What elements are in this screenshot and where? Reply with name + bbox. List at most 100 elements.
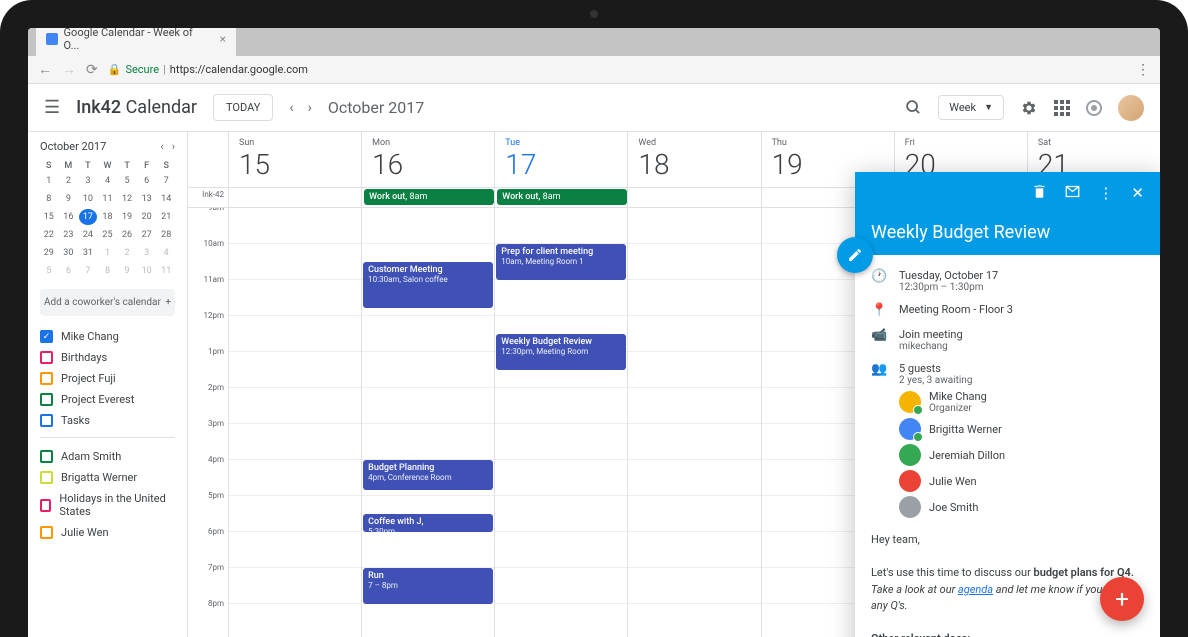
minical-day[interactable]: 30 (60, 245, 78, 261)
calendar-item[interactable]: ✓Mike Chang (40, 326, 175, 347)
calendar-item[interactable]: Julie Wen (40, 522, 175, 543)
notifications-icon[interactable] (1086, 100, 1102, 116)
calendar-item[interactable]: Project Everest (40, 389, 175, 410)
minical-day[interactable]: 10 (138, 263, 156, 279)
forward-button[interactable]: → (62, 61, 76, 78)
delete-icon[interactable] (1032, 184, 1047, 202)
browser-menu-icon[interactable]: ⋮ (1136, 62, 1150, 78)
minical-day[interactable]: 20 (138, 209, 156, 225)
browser-tab[interactable]: Google Calendar - Week of O... × (36, 22, 236, 56)
minical-day[interactable]: 23 (60, 227, 78, 243)
view-selector[interactable]: Week ▼ (938, 95, 1004, 120)
join-meeting-link[interactable]: Join meeting (899, 328, 1144, 341)
minical-day[interactable]: 1 (99, 245, 117, 261)
reload-button[interactable]: ⟳ (86, 62, 98, 78)
search-icon[interactable] (905, 99, 922, 116)
minical-day[interactable]: 9 (118, 263, 136, 279)
minical-day[interactable]: 8 (40, 191, 58, 207)
minical-day[interactable]: 26 (118, 227, 136, 243)
calendar-event[interactable]: Run7 – 8pm (363, 568, 493, 604)
minical-day[interactable]: 28 (157, 227, 175, 243)
day-header[interactable]: Wed18 (627, 132, 760, 187)
calendar-checkbox[interactable] (40, 471, 53, 484)
minical-day[interactable]: 8 (99, 263, 117, 279)
day-column[interactable]: Customer Meeting10:30am, Salon coffee Bud… (361, 208, 494, 637)
minical-day[interactable]: 22 (40, 227, 58, 243)
minical-day[interactable]: 11 (157, 263, 175, 279)
back-button[interactable]: ← (38, 61, 52, 78)
minical-day[interactable]: 14 (157, 191, 175, 207)
event-workout-tue[interactable]: Work out, 8am (497, 189, 627, 205)
minical-day[interactable]: 4 (99, 173, 117, 189)
guest-item[interactable]: Mike ChangOrganizer (899, 390, 1144, 414)
add-coworker-input[interactable]: Add a coworker's calendar + (40, 289, 175, 316)
menu-icon[interactable]: ☰ (44, 97, 60, 118)
calendar-item[interactable]: Brigatta Werner (40, 467, 175, 488)
day-header[interactable]: Tue17 (494, 132, 627, 187)
minical-day[interactable]: 25 (99, 227, 117, 243)
calendar-checkbox[interactable] (40, 499, 51, 512)
minical-day[interactable]: 24 (79, 227, 97, 243)
today-button[interactable]: TODAY (213, 94, 273, 121)
minical-day[interactable]: 7 (79, 263, 97, 279)
minical-day[interactable]: 1 (40, 173, 58, 189)
guest-item[interactable]: Joe Smith (899, 496, 1144, 518)
calendar-checkbox[interactable] (40, 393, 53, 406)
minical-day[interactable]: 27 (138, 227, 156, 243)
event-workout-mon[interactable]: Work out, 8am (364, 189, 494, 205)
minical-day[interactable]: 11 (99, 191, 117, 207)
calendar-event[interactable]: Prep for client meeting10am, Meeting Roo… (496, 244, 626, 280)
prev-week-button[interactable]: ‹ (289, 100, 293, 116)
minical-day[interactable]: 6 (60, 263, 78, 279)
minical-day[interactable]: 5 (118, 173, 136, 189)
minical-day[interactable]: 2 (60, 173, 78, 189)
address-bar[interactable]: 🔒 Secure | https://calendar.google.com (108, 63, 1126, 76)
calendar-checkbox[interactable]: ✓ (40, 330, 53, 343)
agenda-link[interactable]: agenda (958, 583, 993, 596)
calendar-event[interactable]: Customer Meeting10:30am, Salon coffee (363, 262, 493, 308)
apps-icon[interactable] (1054, 100, 1070, 116)
calendar-event[interactable]: Weekly Budget Review12:30pm, Meeting Roo… (496, 334, 626, 370)
settings-icon[interactable] (1020, 99, 1038, 117)
account-avatar[interactable] (1118, 95, 1144, 121)
calendar-event[interactable]: Budget Planning4pm, Conference Room (363, 460, 493, 490)
minical-day[interactable]: 7 (157, 173, 175, 189)
calendar-checkbox[interactable] (40, 414, 53, 427)
close-icon[interactable]: ✕ (1131, 184, 1144, 202)
calendar-item[interactable]: Birthdays (40, 347, 175, 368)
plus-icon[interactable]: + (165, 297, 171, 308)
guest-item[interactable]: Jeremiah Dillon (899, 444, 1144, 466)
day-column[interactable]: Prep for client meeting10am, Meeting Roo… (494, 208, 627, 637)
minical-day[interactable]: 13 (138, 191, 156, 207)
minical-day[interactable]: 16 (60, 209, 78, 225)
minical-day[interactable]: 10 (79, 191, 97, 207)
day-header[interactable]: Sun15 (228, 132, 361, 187)
calendar-checkbox[interactable] (40, 372, 53, 385)
minical-day[interactable]: 17 (79, 209, 97, 225)
email-icon[interactable] (1065, 184, 1080, 202)
calendar-item[interactable]: Adam Smith (40, 446, 175, 467)
more-icon[interactable]: ⋮ (1098, 184, 1113, 202)
minical-day[interactable]: 4 (157, 245, 175, 261)
guest-item[interactable]: Julie Wen (899, 470, 1144, 492)
next-week-button[interactable]: › (308, 100, 312, 116)
mini-calendar[interactable]: SMTWTFS123456789101112131415161718192021… (40, 161, 175, 279)
day-column[interactable] (228, 208, 361, 637)
calendar-event[interactable]: Coffee with J,5:30pm (363, 514, 493, 532)
minical-day[interactable]: 21 (157, 209, 175, 225)
minical-day[interactable]: 9 (60, 191, 78, 207)
day-header[interactable]: Mon16 (361, 132, 494, 187)
calendar-item[interactable]: Project Fuji (40, 368, 175, 389)
minical-day[interactable]: 12 (118, 191, 136, 207)
minical-day[interactable]: 3 (79, 173, 97, 189)
calendar-item[interactable]: Tasks (40, 410, 175, 431)
calendar-checkbox[interactable] (40, 351, 53, 364)
minical-day[interactable]: 18 (99, 209, 117, 225)
minical-day[interactable]: 15 (40, 209, 58, 225)
day-column[interactable] (627, 208, 760, 637)
minical-next[interactable]: › (172, 140, 175, 153)
minical-day[interactable]: 5 (40, 263, 58, 279)
minical-day[interactable]: 29 (40, 245, 58, 261)
minical-day[interactable]: 31 (79, 245, 97, 261)
calendar-item[interactable]: Holidays in the United States (40, 488, 175, 522)
